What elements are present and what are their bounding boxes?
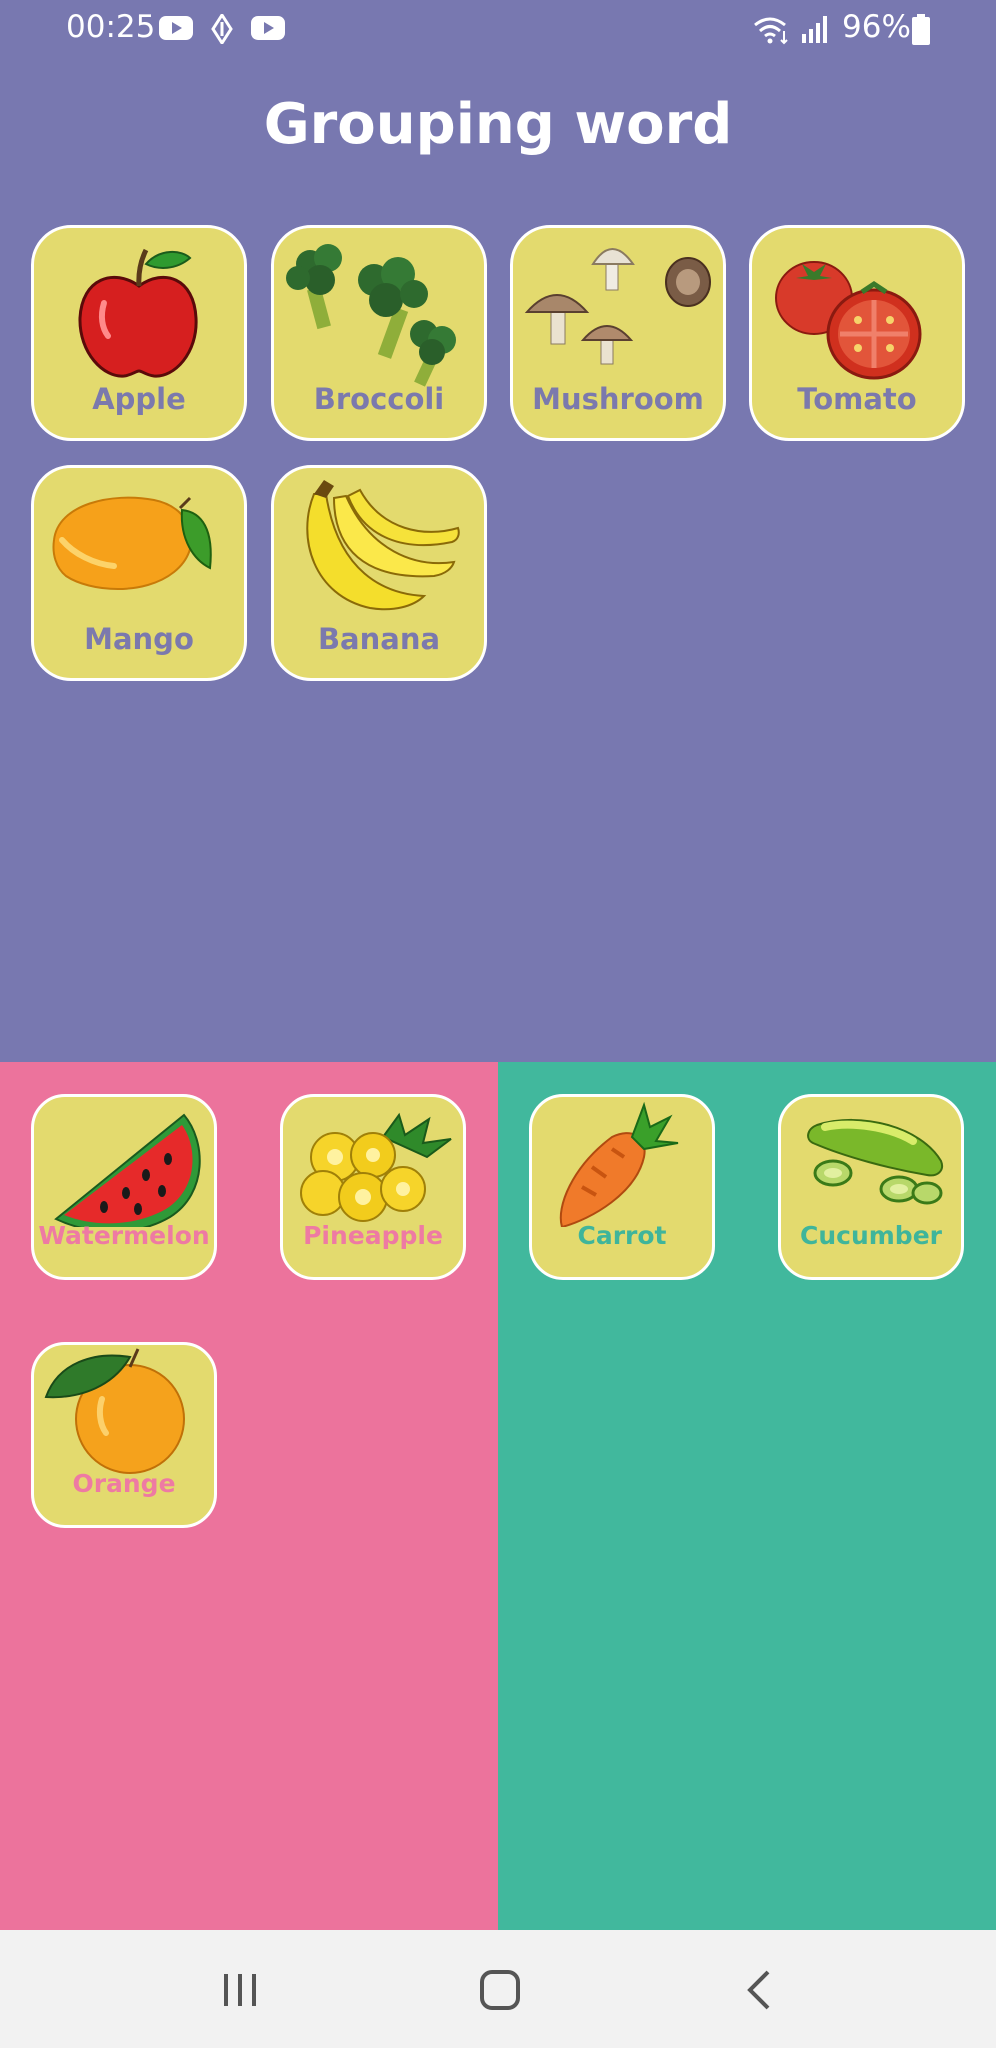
signal-icon bbox=[802, 16, 827, 43]
fruit-card-orange[interactable]: Orange bbox=[31, 1342, 217, 1528]
wifi-icon bbox=[754, 17, 788, 45]
vegetable-card-carrot[interactable]: Carrot bbox=[529, 1094, 715, 1280]
status-time: 00:25 bbox=[66, 9, 156, 45]
word-card-label: Tomato bbox=[797, 382, 917, 416]
word-card-label: Banana bbox=[317, 622, 441, 656]
pineapple-icon bbox=[300, 1112, 452, 1222]
word-card-mushroom[interactable]: Mushroom bbox=[510, 225, 726, 441]
word-card-apple[interactable]: Apple bbox=[31, 225, 247, 441]
apple-icon bbox=[78, 248, 198, 378]
status-bar: 00:25 96% bbox=[0, 0, 996, 58]
fruit-card-pineapple[interactable]: Pineapple bbox=[280, 1094, 466, 1280]
fruit-card-label: Orange bbox=[72, 1469, 176, 1498]
mango-icon bbox=[52, 496, 212, 590]
mushroom-icon bbox=[524, 248, 711, 365]
recent-apps-icon[interactable] bbox=[210, 1960, 270, 2020]
page-title: Grouping word bbox=[263, 92, 733, 157]
fruit-card-label: Pineapple bbox=[303, 1221, 443, 1250]
navigation-icon bbox=[211, 14, 233, 44]
system-nav-bar bbox=[0, 1930, 996, 2048]
vegetable-card-cucumber[interactable]: Cucumber bbox=[778, 1094, 964, 1280]
word-card-mango[interactable]: Mango bbox=[31, 465, 247, 681]
orange-icon bbox=[44, 1348, 185, 1474]
battery-icon bbox=[912, 14, 930, 45]
word-card-label: Broccoli bbox=[313, 382, 445, 416]
youtube-icon bbox=[159, 16, 193, 40]
youtube-icon bbox=[251, 16, 285, 40]
word-card-label: Mango bbox=[84, 622, 194, 656]
back-icon[interactable] bbox=[730, 1960, 790, 2020]
word-card-label: Mushroom bbox=[532, 382, 704, 416]
cucumber-icon bbox=[807, 1118, 943, 1205]
vegetable-card-label: Cucumber bbox=[800, 1221, 942, 1250]
word-card-broccoli[interactable]: Broccoli bbox=[271, 225, 487, 441]
home-icon[interactable] bbox=[470, 1960, 530, 2020]
banana-icon bbox=[306, 480, 460, 611]
vegetable-card-label: Carrot bbox=[577, 1221, 667, 1250]
battery-percentage: 96% bbox=[842, 9, 911, 45]
watermelon-icon bbox=[54, 1113, 201, 1227]
word-card-tomato[interactable]: Tomato bbox=[749, 225, 965, 441]
fruit-card-watermelon[interactable]: Watermelon bbox=[31, 1094, 217, 1280]
carrot-icon bbox=[559, 1101, 679, 1227]
fruit-card-label: Watermelon bbox=[38, 1221, 210, 1250]
word-card-banana[interactable]: Banana bbox=[271, 465, 487, 681]
word-card-label: Apple bbox=[92, 382, 186, 416]
broccoli-icon bbox=[286, 244, 456, 387]
tomato-icon bbox=[775, 261, 922, 380]
